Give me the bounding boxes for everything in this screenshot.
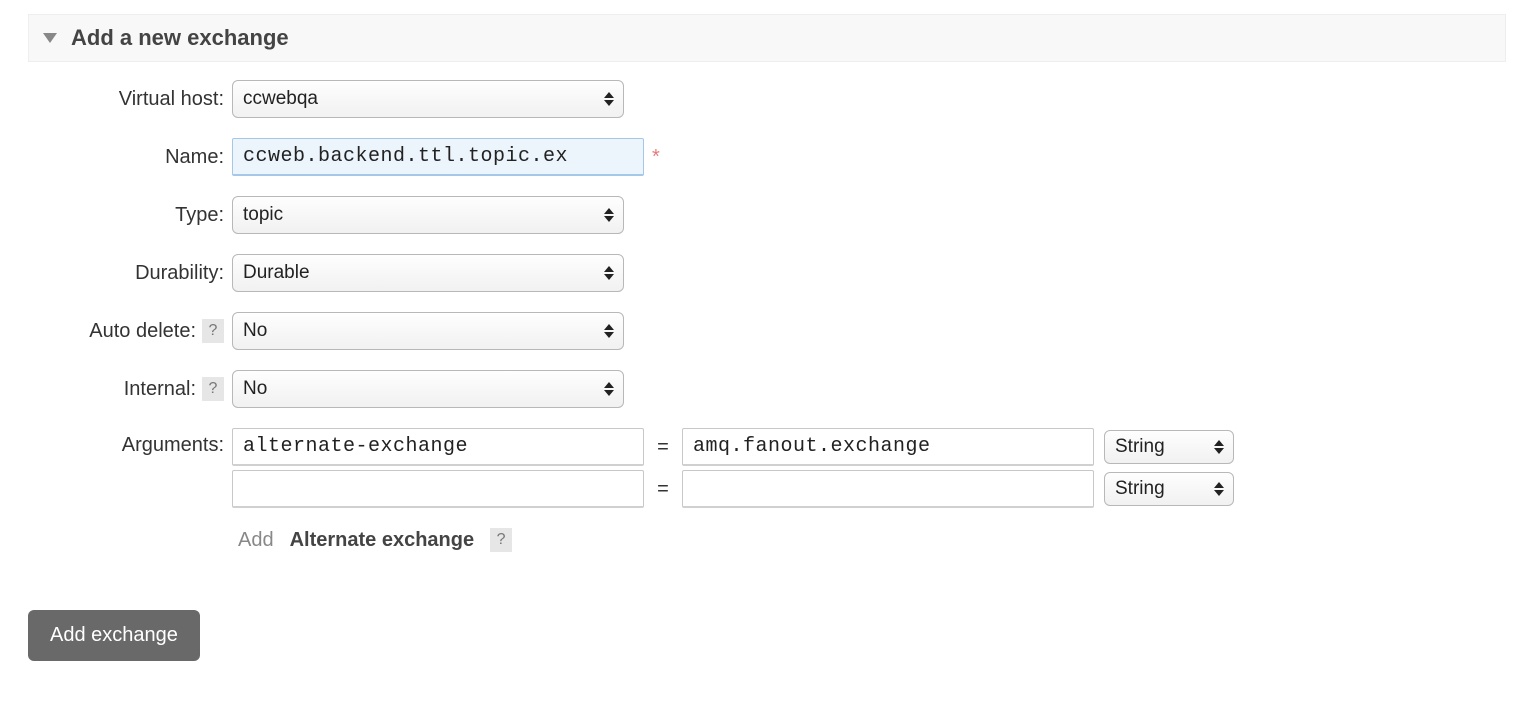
label-type-text: Type: bbox=[175, 204, 224, 227]
row-name: Name: * bbox=[28, 138, 1506, 176]
label-arguments-text: Arguments: bbox=[122, 434, 224, 457]
label-name-text: Name: bbox=[165, 146, 224, 169]
row-auto-delete: Auto delete: ? No bbox=[28, 312, 1506, 350]
add-exchange-form: Virtual host: ccwebqa Name: * Type: topi… bbox=[0, 62, 1534, 580]
label-durability-text: Durability: bbox=[135, 262, 224, 285]
help-icon[interactable]: ? bbox=[202, 319, 224, 343]
durability-value: Durable bbox=[243, 262, 310, 284]
durability-select[interactable]: Durable bbox=[232, 254, 624, 292]
row-vhost: Virtual host: ccwebqa bbox=[28, 80, 1506, 118]
argument-type-value: String bbox=[1115, 478, 1165, 500]
argument-value-input[interactable] bbox=[682, 470, 1094, 508]
label-name: Name: bbox=[28, 146, 232, 169]
argument-row: = String bbox=[232, 470, 1234, 508]
caret-down-icon bbox=[43, 33, 57, 43]
auto-delete-value: No bbox=[243, 320, 267, 342]
row-arguments: Arguments: = String = String bbox=[28, 428, 1506, 552]
argument-type-select[interactable]: String bbox=[1104, 430, 1234, 464]
label-durability: Durability: bbox=[28, 262, 232, 285]
label-type: Type: bbox=[28, 204, 232, 227]
arguments-grid: = String = String Add Alternate exchange bbox=[232, 428, 1234, 552]
row-type: Type: topic bbox=[28, 196, 1506, 234]
label-vhost-text: Virtual host: bbox=[119, 88, 224, 111]
label-auto-delete: Auto delete: ? bbox=[28, 319, 232, 343]
section-header[interactable]: Add a new exchange bbox=[28, 14, 1506, 62]
argument-type-value: String bbox=[1115, 436, 1165, 458]
submit-area: Add exchange bbox=[0, 580, 1534, 691]
label-internal: Internal: ? bbox=[28, 377, 232, 401]
internal-value: No bbox=[243, 378, 267, 400]
label-arguments: Arguments: bbox=[28, 428, 232, 457]
argument-row: = String bbox=[232, 428, 1234, 466]
label-vhost: Virtual host: bbox=[28, 88, 232, 111]
help-icon[interactable]: ? bbox=[202, 377, 224, 401]
name-input[interactable] bbox=[232, 138, 644, 176]
argument-hint-link[interactable]: Alternate exchange bbox=[290, 529, 475, 552]
equals-symbol: = bbox=[654, 436, 672, 459]
argument-type-select[interactable]: String bbox=[1104, 472, 1234, 506]
label-auto-delete-text: Auto delete: bbox=[89, 320, 196, 343]
section-title: Add a new exchange bbox=[71, 25, 289, 51]
internal-select[interactable]: No bbox=[232, 370, 624, 408]
add-exchange-button[interactable]: Add exchange bbox=[28, 610, 200, 661]
argument-key-input[interactable] bbox=[232, 470, 644, 508]
help-icon[interactable]: ? bbox=[490, 528, 512, 552]
vhost-value: ccwebqa bbox=[243, 88, 318, 110]
required-marker: * bbox=[652, 146, 660, 169]
row-internal: Internal: ? No bbox=[28, 370, 1506, 408]
vhost-select[interactable]: ccwebqa bbox=[232, 80, 624, 118]
type-value: topic bbox=[243, 204, 283, 226]
add-argument-label: Add bbox=[238, 529, 274, 552]
auto-delete-select[interactable]: No bbox=[232, 312, 624, 350]
row-durability: Durability: Durable bbox=[28, 254, 1506, 292]
argument-key-input[interactable] bbox=[232, 428, 644, 466]
equals-symbol: = bbox=[654, 478, 672, 501]
type-select[interactable]: topic bbox=[232, 196, 624, 234]
argument-value-input[interactable] bbox=[682, 428, 1094, 466]
label-internal-text: Internal: bbox=[124, 378, 196, 401]
argument-hint-row: Add Alternate exchange ? bbox=[238, 528, 1234, 552]
